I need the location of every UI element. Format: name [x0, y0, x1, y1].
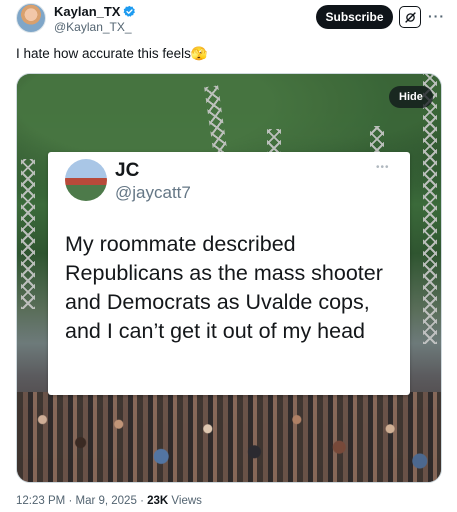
post-metadata: 12:23 PM · Mar 9, 2025 · 23K Views: [16, 495, 202, 507]
embedded-more-icon: •••: [376, 162, 390, 173]
crowd-image: [17, 392, 441, 482]
face-peeking-emoji-icon: 🫣: [190, 46, 208, 61]
embedded-avatar: [65, 159, 107, 201]
stage-truss-far-right: [423, 74, 437, 344]
author-display-name[interactable]: Kaylan_TX: [54, 4, 120, 19]
meta-separator: ·: [68, 495, 73, 507]
grok-icon[interactable]: [399, 6, 421, 28]
hide-button[interactable]: Hide: [389, 86, 433, 108]
post-text-body: I hate how accurate this feels: [16, 46, 191, 61]
post-header: Kaylan_TX @Kaylan_TX_ Subscribe ···: [0, 0, 457, 40]
embedded-author-handle: @jaycatt7: [115, 183, 191, 202]
embedded-author-name: JC: [115, 160, 140, 181]
embedded-tweet-card: JC @jaycatt7 ••• My roommate described R…: [48, 152, 410, 395]
post-media[interactable]: Hide JC @jaycatt7 ••• My roommate descri…: [16, 73, 442, 483]
author-name-row[interactable]: Kaylan_TX: [54, 4, 136, 19]
stage-truss-center-2: [267, 129, 281, 154]
views-count: 23K: [147, 495, 169, 507]
more-options-icon[interactable]: ···: [428, 8, 445, 24]
post-time[interactable]: 12:23 PM: [16, 495, 65, 507]
meta-separator-2: ·: [140, 495, 144, 507]
author-avatar[interactable]: [16, 3, 46, 33]
author-handle[interactable]: @Kaylan_TX_: [54, 20, 132, 34]
stage-truss-left: [21, 159, 35, 309]
embedded-tweet-text: My roommate described Republicans as the…: [65, 232, 383, 343]
subscribe-button[interactable]: Subscribe: [316, 5, 393, 29]
verified-badge-icon: [124, 5, 136, 17]
grok-glyph-icon: [404, 11, 416, 23]
post-date[interactable]: Mar 9, 2025: [75, 495, 136, 507]
views-label: Views: [171, 495, 202, 507]
post-text: I hate how accurate this feels🫣: [16, 46, 208, 62]
